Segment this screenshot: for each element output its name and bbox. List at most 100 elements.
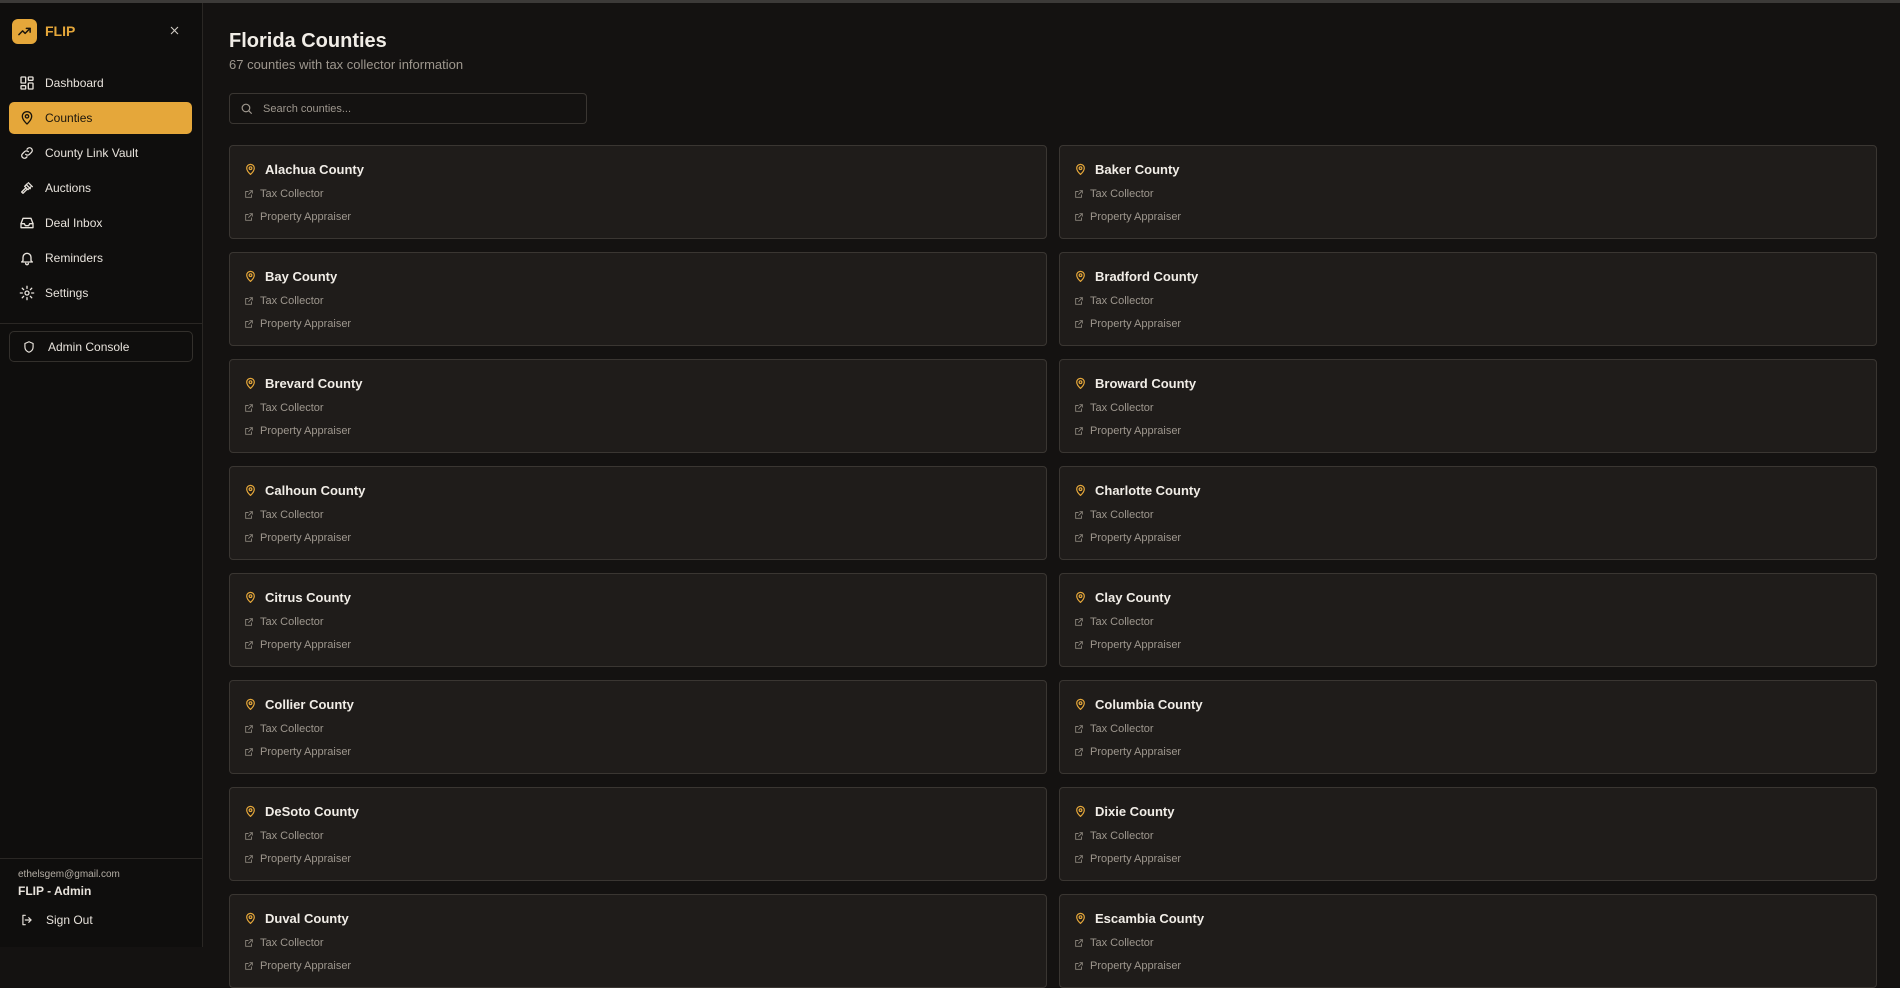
close-icon — [170, 26, 178, 34]
tax-collector-link[interactable]: Tax Collector — [1074, 509, 1154, 521]
external-link-icon — [1075, 725, 1083, 733]
tax-collector-link[interactable]: Tax Collector — [1074, 188, 1154, 200]
county-name: Broward County — [1095, 376, 1197, 391]
property-appraiser-link[interactable]: Property Appraiser — [244, 853, 351, 865]
external-link-icon — [245, 427, 253, 435]
sidebar-item-label: Settings — [45, 286, 89, 300]
sidebar: FLIP Dashboard Counties County Link Vault A… — [0, 3, 203, 947]
page-subtitle: 67 counties with tax collector informati… — [229, 57, 464, 72]
property-appraiser-link[interactable]: Property Appraiser — [244, 318, 351, 330]
property-appraiser-link[interactable]: Property Appraiser — [244, 211, 351, 223]
property-appraiser-label: Property Appraiser — [1090, 425, 1182, 437]
tax-collector-label: Tax Collector — [1090, 509, 1154, 521]
tax-collector-link[interactable]: Tax Collector — [244, 295, 324, 307]
county-card: DeSoto County Tax Collector Property Appra… — [229, 787, 1047, 881]
county-card: Alachua County Tax Collector Property Appr… — [229, 145, 1047, 239]
county-name: DeSoto County — [265, 804, 359, 819]
tax-collector-link[interactable]: Tax Collector — [244, 188, 324, 200]
external-link-icon — [245, 618, 253, 626]
map-pin-icon — [1076, 698, 1085, 710]
dashboard-icon — [20, 76, 34, 90]
tax-collector-link[interactable]: Tax Collector — [1074, 830, 1154, 842]
county-title: Charlotte County — [1074, 483, 1200, 498]
admin-console-label: Admin Console — [48, 339, 130, 354]
admin-console-button[interactable]: Admin Console — [9, 331, 193, 362]
tax-collector-link[interactable]: Tax Collector — [244, 937, 324, 949]
county-title: Calhoun County — [244, 483, 365, 498]
property-appraiser-link[interactable]: Property Appraiser — [1074, 639, 1181, 651]
county-card: Dixie County Tax Collector Property Apprai… — [1059, 787, 1877, 881]
page-title: Florida Counties — [229, 30, 387, 52]
property-appraiser-link[interactable]: Property Appraiser — [1074, 211, 1181, 223]
tax-collector-link[interactable]: Tax Collector — [244, 830, 324, 842]
link-icon — [21, 147, 33, 159]
gear-icon — [19, 285, 35, 301]
sidebar-divider — [0, 323, 203, 324]
property-appraiser-link[interactable]: Property Appraiser — [244, 532, 351, 544]
property-appraiser-link[interactable]: Property Appraiser — [1074, 318, 1181, 330]
county-title: Dixie County — [1074, 804, 1174, 819]
external-link-icon — [1075, 962, 1083, 970]
county-name: Dixie County — [1095, 804, 1175, 819]
property-appraiser-link[interactable]: Property Appraiser — [244, 960, 351, 972]
external-link-icon — [245, 725, 253, 733]
tax-collector-link[interactable]: Tax Collector — [1074, 616, 1154, 628]
county-name: Calhoun County — [265, 483, 366, 498]
tax-collector-link[interactable]: Tax Collector — [1074, 937, 1154, 949]
tax-collector-label: Tax Collector — [1090, 830, 1154, 842]
trending-up-icon — [12, 18, 37, 44]
property-appraiser-link[interactable]: Property Appraiser — [1074, 746, 1181, 758]
property-appraiser-link[interactable]: Property Appraiser — [244, 639, 351, 651]
property-appraiser-label: Property Appraiser — [260, 318, 352, 330]
sidebar-item-counties[interactable]: Counties — [9, 102, 192, 134]
gavel-icon — [21, 182, 33, 194]
tax-collector-link[interactable]: Tax Collector — [1074, 723, 1154, 735]
sidebar-item-settings[interactable]: Settings — [9, 277, 192, 309]
property-appraiser-link[interactable]: Property Appraiser — [244, 425, 351, 437]
map-pin-icon — [246, 270, 255, 282]
tax-collector-link[interactable]: Tax Collector — [1074, 402, 1154, 414]
sign-out-label: Sign Out — [46, 913, 93, 927]
sidebar-item-dashboard[interactable]: Dashboard — [9, 67, 192, 99]
sidebar-item-deal-inbox[interactable]: Deal Inbox — [9, 207, 192, 239]
external-link-icon — [245, 190, 253, 198]
property-appraiser-link[interactable]: Property Appraiser — [1074, 960, 1181, 972]
county-name: Duval County — [265, 911, 349, 926]
search-input[interactable] — [261, 101, 565, 116]
sign-out-button[interactable]: Sign Out — [20, 913, 93, 927]
property-appraiser-label: Property Appraiser — [1090, 532, 1182, 544]
property-appraiser-link[interactable]: Property Appraiser — [1074, 853, 1181, 865]
property-appraiser-link[interactable]: Property Appraiser — [1074, 532, 1181, 544]
tax-collector-label: Tax Collector — [1090, 616, 1154, 628]
county-name: Bay County — [265, 269, 338, 284]
property-appraiser-link[interactable]: Property Appraiser — [244, 746, 351, 758]
tax-collector-label: Tax Collector — [1090, 937, 1154, 949]
external-link-icon — [245, 534, 253, 542]
sidebar-item-label: Dashboard — [45, 76, 104, 90]
external-link-icon — [1075, 618, 1083, 626]
county-card: Escambia County Tax Collector Property App… — [1059, 894, 1877, 988]
brand[interactable]: FLIP — [12, 17, 75, 45]
tax-collector-link[interactable]: Tax Collector — [244, 402, 324, 414]
search-box[interactable] — [229, 93, 587, 124]
map-pin-icon — [246, 698, 255, 710]
close-sidebar-button[interactable] — [166, 22, 182, 38]
property-appraiser-link[interactable]: Property Appraiser — [1074, 425, 1181, 437]
county-title: Alachua County — [244, 162, 364, 177]
tax-collector-label: Tax Collector — [260, 509, 324, 521]
tax-collector-link[interactable]: Tax Collector — [244, 723, 324, 735]
tax-collector-link[interactable]: Tax Collector — [244, 509, 324, 521]
external-link-icon — [1075, 534, 1083, 542]
tax-collector-label: Tax Collector — [260, 295, 324, 307]
sidebar-item-reminders[interactable]: Reminders — [9, 242, 192, 274]
county-card: Collier County Tax Collector Property Appr… — [229, 680, 1047, 774]
county-name: Baker County — [1095, 162, 1180, 177]
county-name: Collier County — [265, 697, 354, 712]
tax-collector-link[interactable]: Tax Collector — [244, 616, 324, 628]
county-title: Baker County — [1074, 162, 1180, 177]
sidebar-item-auctions[interactable]: Auctions — [9, 172, 192, 204]
county-title: Bradford County — [1074, 269, 1198, 284]
sidebar-item-county-link-vault[interactable]: County Link Vault — [9, 137, 192, 169]
tax-collector-label: Tax Collector — [260, 402, 324, 414]
tax-collector-link[interactable]: Tax Collector — [1074, 295, 1154, 307]
